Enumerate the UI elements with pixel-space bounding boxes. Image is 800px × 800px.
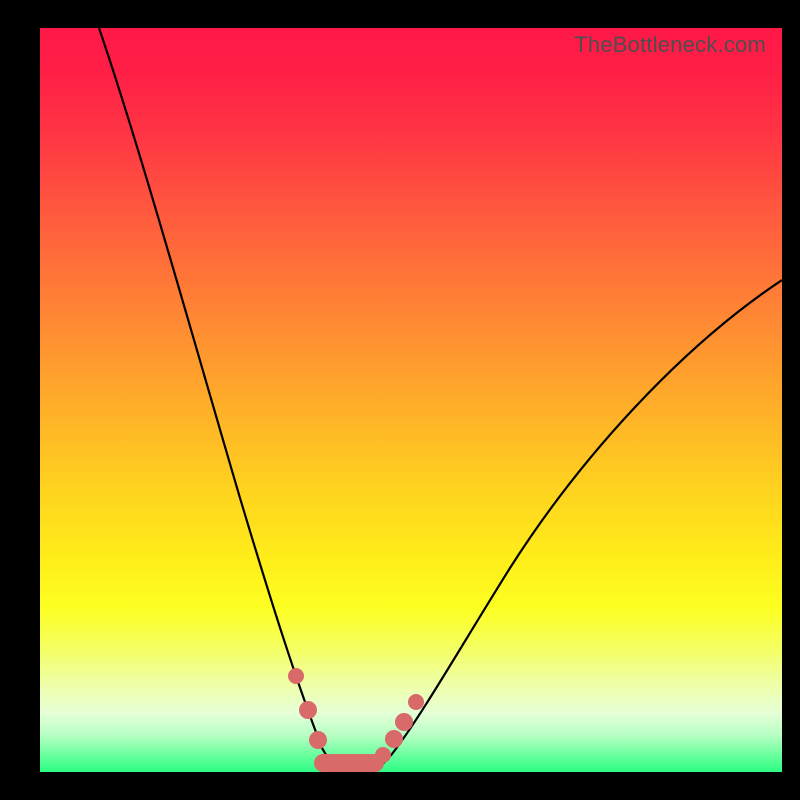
curve-marker [385, 730, 403, 748]
chart-frame: TheBottleneck.com [0, 0, 800, 800]
chart-svg [40, 28, 782, 772]
curve-marker [375, 747, 391, 763]
curve-marker [288, 668, 304, 684]
plot-area: TheBottleneck.com [40, 28, 782, 772]
curve-marker [395, 713, 413, 731]
curve-marker [309, 731, 327, 749]
curve-marker [408, 694, 424, 710]
bottleneck-curve [99, 28, 782, 772]
curve-marker [299, 701, 317, 719]
